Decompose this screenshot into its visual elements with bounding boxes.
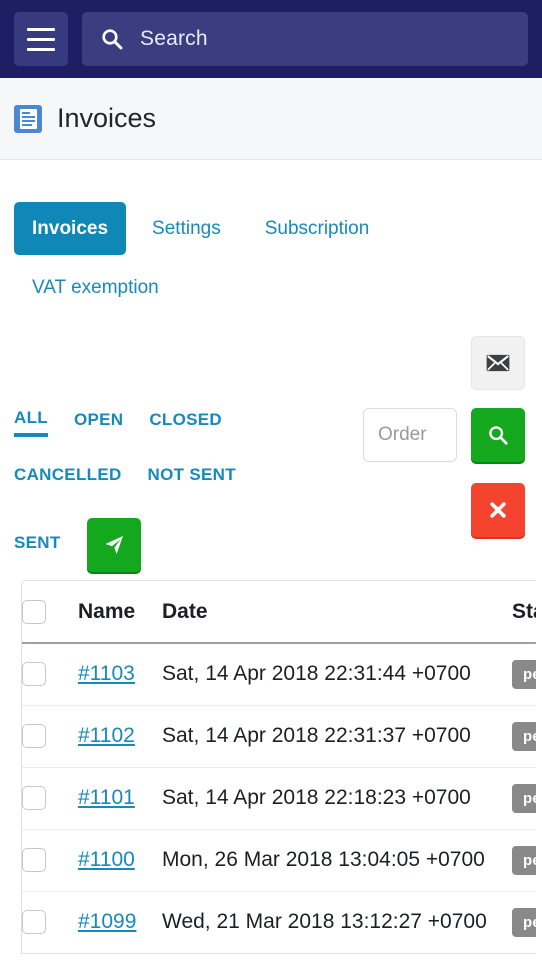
table-row[interactable]: #1101 Sat, 14 Apr 2018 22:18:23 +0700 pe… — [22, 766, 536, 829]
table-row[interactable]: #1102 Sat, 14 Apr 2018 22:31:37 +0700 pe… — [22, 704, 536, 767]
status-badge: pending — [512, 845, 536, 875]
invoice-link[interactable]: #1103 — [78, 662, 135, 685]
paper-plane-icon — [105, 536, 123, 554]
order-clear-button[interactable] — [471, 483, 525, 537]
order-input[interactable] — [363, 408, 457, 462]
main-content: Invoices Settings Subscription VAT exemp… — [0, 160, 542, 954]
filter-sent[interactable]: SENT — [14, 533, 61, 558]
order-search-controls — [363, 408, 525, 537]
invoices-table: Name Date Status #1103 Sat, 14 Apr 2018 … — [22, 581, 536, 953]
table-row[interactable]: #1100 Mon, 26 Mar 2018 13:04:05 +0700 pe… — [22, 828, 536, 891]
top-navbar: Search — [0, 0, 542, 78]
status-badge: pending — [512, 659, 536, 689]
order-search-button[interactable] — [471, 408, 525, 462]
hamburger-menu-button[interactable] — [14, 12, 68, 66]
hamburger-menu-icon — [27, 27, 55, 31]
invoices-table-card: Name Date Status #1103 Sat, 14 Apr 2018 … — [21, 580, 536, 954]
row-checkbox[interactable] — [22, 786, 46, 811]
search-icon — [100, 27, 124, 51]
invoice-date: Sat, 14 Apr 2018 22:18:23 +0700 — [162, 766, 512, 829]
invoice-link[interactable]: #1102 — [78, 724, 135, 747]
filter-block: ALL OPEN CLOSED CANCELLED NOT SENT SENT — [14, 390, 528, 572]
invoice-date: Mon, 26 Mar 2018 13:04:05 +0700 — [162, 828, 512, 891]
global-search-input[interactable]: Search — [82, 12, 528, 66]
tab-settings[interactable]: Settings — [134, 202, 239, 255]
select-all-header — [22, 581, 78, 644]
row-checkbox[interactable] — [22, 724, 46, 749]
filter-open[interactable]: OPEN — [74, 410, 123, 435]
status-badge: pending — [512, 721, 536, 751]
invoice-date: Sat, 14 Apr 2018 22:31:37 +0700 — [162, 704, 512, 767]
search-icon — [489, 426, 508, 445]
invoice-link[interactable]: #1099 — [78, 910, 136, 933]
invoice-document-icon — [14, 104, 42, 133]
row-checkbox[interactable] — [22, 848, 46, 873]
column-header-name[interactable]: Name — [78, 581, 162, 644]
column-header-status[interactable]: Status — [512, 581, 536, 644]
table-row[interactable]: #1103 Sat, 14 Apr 2018 22:31:44 +0700 pe… — [22, 643, 536, 705]
send-email-button[interactable] — [471, 336, 525, 390]
tab-vat-exemption[interactable]: VAT exemption — [14, 261, 177, 314]
page-header: Invoices — [0, 78, 542, 160]
tab-subscription[interactable]: Subscription — [247, 202, 388, 255]
send-invoices-button[interactable] — [86, 518, 141, 572]
table-body: #1103 Sat, 14 Apr 2018 22:31:44 +0700 pe… — [22, 643, 536, 953]
column-header-date[interactable]: Date — [162, 581, 512, 644]
filter-closed[interactable]: CLOSED — [149, 410, 222, 435]
invoice-link[interactable]: #1101 — [78, 786, 135, 809]
table-header-row: Name Date Status — [22, 581, 536, 644]
select-all-checkbox[interactable] — [22, 599, 46, 624]
tab-invoices[interactable]: Invoices — [14, 202, 127, 255]
row-checkbox[interactable] — [22, 910, 46, 935]
order-buttons — [471, 408, 525, 537]
global-search-placeholder: Search — [140, 27, 208, 50]
close-x-icon — [490, 502, 506, 518]
status-badge: pending — [512, 907, 536, 937]
invoice-date: Sat, 14 Apr 2018 22:31:44 +0700 — [162, 662, 471, 686]
status-filter-links: ALL OPEN CLOSED CANCELLED NOT SENT SENT — [14, 408, 304, 572]
section-tabs: Invoices Settings Subscription VAT exemp… — [14, 160, 528, 314]
filter-all[interactable]: ALL — [14, 408, 48, 437]
envelope-icon — [486, 354, 510, 372]
invoice-date: Wed, 21 Mar 2018 13:12:27 +0700 — [162, 890, 512, 953]
status-badge: pending — [512, 783, 536, 813]
mail-action-row — [14, 314, 528, 390]
filter-cancelled[interactable]: CANCELLED — [14, 465, 122, 490]
filter-not-sent[interactable]: NOT SENT — [148, 465, 236, 490]
table-row[interactable]: #1099 Wed, 21 Mar 2018 13:12:27 +0700 pe… — [22, 890, 536, 953]
page-title: Invoices — [57, 103, 157, 133]
row-checkbox[interactable] — [22, 662, 46, 687]
invoice-link[interactable]: #1100 — [78, 848, 135, 871]
